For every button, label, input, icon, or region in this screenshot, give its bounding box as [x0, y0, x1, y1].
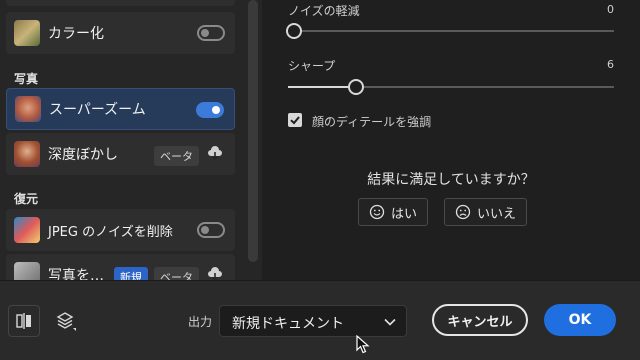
list-scrollbar[interactable]	[248, 0, 258, 262]
super-zoom-toggle[interactable]	[196, 102, 224, 118]
filter-label: 写真を…	[48, 268, 104, 280]
layers-icon	[56, 312, 76, 331]
sharpen-slider-handle[interactable]	[348, 79, 365, 95]
yes-label: はい	[391, 206, 418, 222]
section-heading-photo: 写真	[14, 72, 39, 86]
filter-list-panel: カラー化 写真 スーパーズーム 深度ぼかし ベータ 復元 JPEG のノイズを削…	[0, 0, 262, 280]
feedback-no-button[interactable]: いいえ	[444, 198, 528, 226]
checkmark-icon	[290, 116, 300, 125]
filter-item-colorize[interactable]: カラー化	[6, 12, 235, 54]
depth-blur-thumbnail	[14, 141, 40, 167]
filter-label: カラー化	[48, 26, 104, 42]
jpeg-denoise-thumbnail	[14, 217, 40, 243]
sharpen-slider-fill	[288, 86, 357, 88]
filter-label: 深度ぼかし	[48, 147, 118, 163]
sharpen-value: 6	[607, 58, 614, 71]
list-item-partial[interactable]	[6, 0, 235, 6]
frown-icon	[455, 204, 471, 220]
smile-icon	[369, 204, 385, 220]
noise-value: 0	[607, 3, 614, 16]
cloud-download-icon[interactable]	[207, 267, 223, 280]
face-detail-label: 顔のディテールを強調	[312, 115, 432, 129]
beta-badge: ベータ	[154, 146, 199, 166]
face-detail-checkbox[interactable]	[288, 113, 302, 127]
filter-label: JPEG のノイズを削除	[48, 224, 173, 240]
super-zoom-thumbnail	[15, 96, 41, 122]
chevron-down-icon	[384, 318, 396, 326]
noise-label: ノイズの軽減	[288, 4, 360, 18]
output-label: 出力	[188, 315, 213, 329]
noise-slider-track[interactable]	[288, 30, 614, 32]
colorize-toggle[interactable]	[197, 25, 225, 41]
output-select[interactable]: 新規ドキュメント	[219, 305, 407, 337]
cloud-download-icon[interactable]	[207, 146, 223, 164]
sharpen-label: シャープ	[288, 59, 336, 73]
footer-bar: 出力 新規ドキュメント キャンセル OK	[0, 280, 640, 360]
split-view-icon	[16, 313, 31, 329]
section-heading-restore: 復元	[14, 192, 39, 206]
new-badge: 新規	[114, 267, 148, 280]
ok-button[interactable]: OK	[544, 304, 616, 336]
filter-item-super-zoom[interactable]: スーパーズーム	[6, 88, 235, 130]
filter-item-jpeg-denoise[interactable]: JPEG のノイズを削除	[6, 209, 235, 251]
photo-restore-thumbnail	[14, 262, 40, 280]
filter-label: スーパーズーム	[49, 102, 146, 118]
filter-item-photo-restore[interactable]: 写真を… 新規 ベータ	[6, 254, 235, 280]
layers-button[interactable]	[50, 305, 82, 337]
compare-view-button[interactable]	[8, 305, 40, 337]
jpeg-denoise-toggle[interactable]	[197, 222, 225, 238]
mouse-cursor-icon	[356, 335, 370, 354]
colorize-thumbnail	[14, 20, 40, 46]
feedback-question: 結果に満足していますか？	[367, 172, 535, 188]
output-select-value: 新規ドキュメント	[232, 316, 344, 332]
beta-badge: ベータ	[154, 267, 199, 280]
cancel-button[interactable]: キャンセル	[432, 304, 528, 336]
no-label: いいえ	[477, 206, 517, 222]
feedback-yes-button[interactable]: はい	[358, 198, 429, 226]
settings-panel: ノイズの軽減 0 シャープ 6 顔のディテールを強調 結果に満足していますか？ …	[262, 0, 640, 280]
noise-slider-handle[interactable]	[286, 23, 302, 39]
filter-item-depth-blur[interactable]: 深度ぼかし ベータ	[6, 133, 235, 175]
